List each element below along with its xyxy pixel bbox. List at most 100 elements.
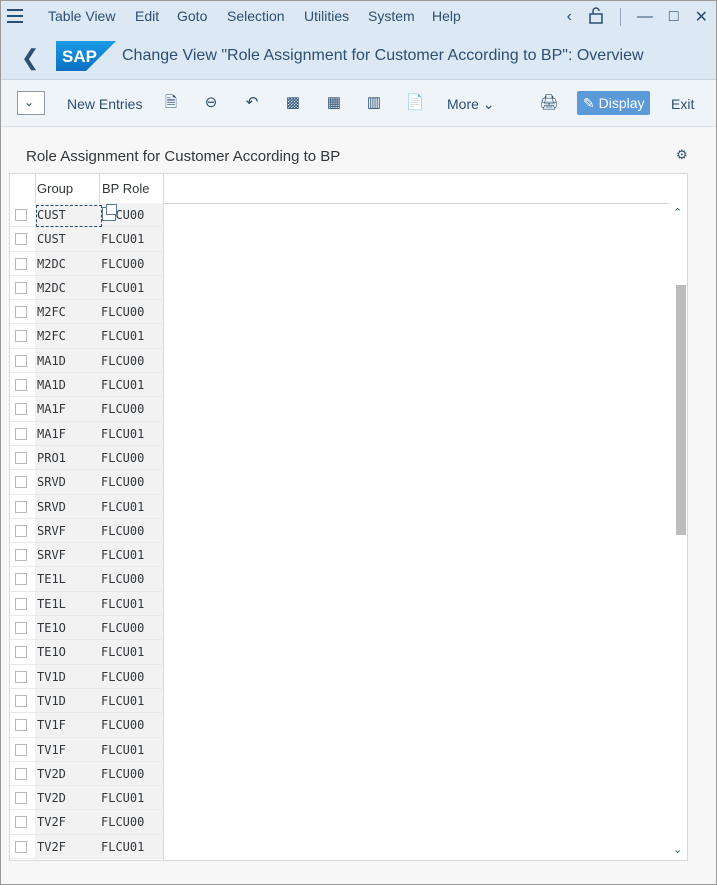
row-checkbox[interactable] <box>15 670 27 683</box>
details-icon[interactable]: 🗎 <box>161 93 181 113</box>
row-checkbox[interactable] <box>15 403 27 416</box>
bp-role-cell[interactable]: FLCU00 <box>99 713 163 737</box>
row-checkbox[interactable] <box>15 646 27 659</box>
exit-button[interactable]: Exit <box>671 96 694 112</box>
bp-role-cell[interactable]: FLCU00 <box>99 470 163 494</box>
hamburger-menu-icon[interactable] <box>7 9 23 23</box>
group-cell[interactable]: MA1D <box>35 348 99 373</box>
bp-role-cell[interactable]: FLCU01 <box>99 373 163 397</box>
group-cell[interactable]: MA1F <box>35 421 99 445</box>
group-cell[interactable]: TV2F <box>35 810 99 834</box>
table-row[interactable]: M2FC FLCU01 <box>10 324 165 349</box>
bp-role-cell[interactable]: FLCU00 <box>99 616 163 640</box>
row-selector[interactable] <box>10 494 35 518</box>
more-button[interactable]: More ⌄ <box>447 96 495 113</box>
table-row[interactable]: TV2D FLCU01 <box>10 786 165 811</box>
menu-system[interactable]: System <box>368 8 415 24</box>
row-selector[interactable] <box>10 591 35 616</box>
row-selector[interactable] <box>10 810 35 834</box>
scroll-up-icon[interactable]: ⌃ <box>673 206 682 219</box>
group-cell[interactable]: M2FC <box>35 300 99 324</box>
table-row[interactable]: PRO1 FLCU00 <box>10 445 165 471</box>
bp-role-cell[interactable]: FLCU01 <box>99 786 163 810</box>
row-checkbox[interactable] <box>15 597 27 610</box>
table-row[interactable]: MA1D FLCU01 <box>10 373 165 398</box>
menu-table-view[interactable]: Table View <box>48 8 115 24</box>
group-cell[interactable]: TV1D <box>35 688 99 713</box>
group-cell[interactable]: TV2D <box>35 761 99 786</box>
table-row[interactable]: TV1F FLCU01 <box>10 737 165 762</box>
row-selector[interactable] <box>10 445 35 470</box>
table-row[interactable]: MA1D FLCU00 <box>10 348 165 374</box>
table-row[interactable]: TV1D FLCU01 <box>10 688 165 714</box>
group-cell[interactable]: SRVD <box>35 494 99 518</box>
table-row[interactable]: TV2D FLCU00 <box>10 761 165 787</box>
group-cell[interactable]: TE1O <box>35 640 99 664</box>
row-selector[interactable] <box>10 275 35 300</box>
table-row[interactable]: SRVF FLCU01 <box>10 543 165 568</box>
row-checkbox[interactable] <box>15 233 27 246</box>
row-selector[interactable] <box>10 713 35 737</box>
settings-gear-icon[interactable]: ⚙ <box>676 147 688 163</box>
bp-role-cell[interactable]: FLCU01 <box>99 543 163 567</box>
group-cell[interactable]: TV2D <box>35 786 99 810</box>
row-selector[interactable] <box>10 397 35 421</box>
group-cell[interactable]: M2FC <box>35 324 99 348</box>
deselect-all-icon[interactable]: ▥ <box>364 93 384 113</box>
select-block-icon[interactable]: ▦ <box>324 93 344 113</box>
bp-role-cell[interactable]: FLCU01 <box>99 640 163 664</box>
table-row[interactable]: TV2F FLCU00 <box>10 810 165 835</box>
row-selector[interactable] <box>10 300 35 324</box>
row-checkbox[interactable] <box>15 281 27 294</box>
table-row[interactable]: M2FC FLCU00 <box>10 300 165 325</box>
row-checkbox[interactable] <box>15 451 27 464</box>
maximize-icon[interactable]: □ <box>669 8 679 26</box>
bp-role-cell[interactable]: FLCU00 <box>99 567 163 591</box>
row-checkbox[interactable] <box>15 209 27 221</box>
group-cell[interactable]: TE1O <box>35 616 99 640</box>
row-checkbox[interactable] <box>15 573 27 586</box>
table-row[interactable]: SRVD FLCU00 <box>10 470 165 495</box>
row-selector[interactable] <box>10 518 35 543</box>
row-checkbox[interactable] <box>15 719 27 732</box>
table-row[interactable]: CUST FLCU01 <box>10 227 165 252</box>
row-selector[interactable] <box>10 616 35 640</box>
group-cell[interactable]: SRVF <box>35 518 99 543</box>
table-row[interactable]: M2DC FLCU01 <box>10 275 165 301</box>
table-row[interactable]: SRVD FLCU01 <box>10 494 165 519</box>
table-row[interactable]: MA1F FLCU01 <box>10 421 165 446</box>
row-checkbox[interactable] <box>15 306 27 319</box>
row-selector[interactable] <box>10 470 35 494</box>
new-entries-button[interactable]: New Entries <box>67 96 142 112</box>
row-checkbox[interactable] <box>15 379 27 392</box>
bp-role-cell[interactable]: FLCU00 <box>99 300 163 324</box>
unlock-icon[interactable] <box>588 6 604 29</box>
row-selector[interactable] <box>10 786 35 810</box>
menu-help[interactable]: Help <box>432 8 461 24</box>
table-row[interactable]: TE1L FLCU01 <box>10 591 165 617</box>
group-cell[interactable]: CUST <box>35 227 99 251</box>
group-cell[interactable]: TE1L <box>35 591 99 616</box>
bp-role-cell[interactable]: FLCU00 <box>99 251 163 275</box>
display-button[interactable]: ✎ Display <box>577 91 650 115</box>
group-cell[interactable]: TE1L <box>35 567 99 591</box>
group-cell[interactable]: MA1F <box>35 397 99 421</box>
menu-selection[interactable]: Selection <box>227 8 285 24</box>
bp-role-cell[interactable]: FLCU01 <box>99 737 163 761</box>
select-all-icon[interactable]: ▩ <box>283 93 303 113</box>
row-checkbox[interactable] <box>15 257 27 270</box>
group-cell[interactable]: SRVF <box>35 543 99 567</box>
bp-role-cell[interactable]: FLCU00 <box>99 761 163 786</box>
row-checkbox[interactable] <box>15 694 27 707</box>
row-selector[interactable] <box>10 761 35 786</box>
back-arrow-icon[interactable]: ❮ <box>21 45 39 71</box>
bp-role-cell[interactable]: FLCU00 <box>99 810 163 834</box>
menu-goto[interactable]: Goto <box>177 8 207 24</box>
group-cell[interactable]: TV2F <box>35 834 99 859</box>
column-header-group[interactable]: Group <box>37 181 73 196</box>
print-icon[interactable]: 🖨 <box>539 93 559 113</box>
row-checkbox[interactable] <box>15 767 27 780</box>
row-selector[interactable] <box>10 373 35 397</box>
row-checkbox[interactable] <box>15 622 27 635</box>
table-row[interactable]: TV1F FLCU00 <box>10 713 165 738</box>
